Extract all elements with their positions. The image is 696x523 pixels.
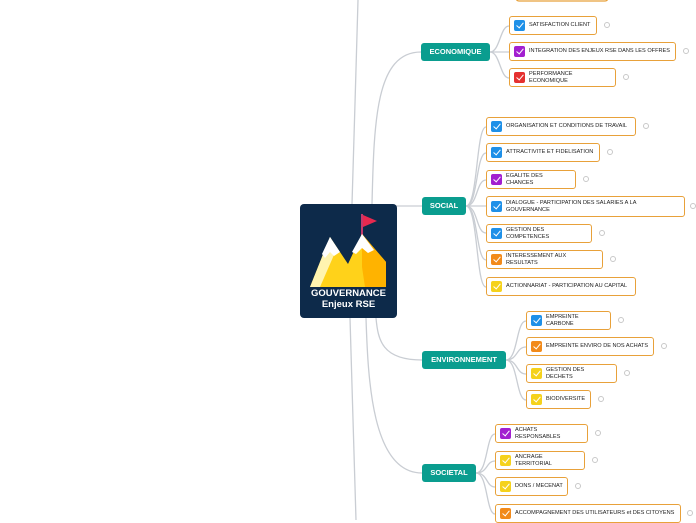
leaf-dons-mecenat[interactable]: DONS / MECENAT	[495, 477, 568, 496]
collapse-dot-icon[interactable]	[690, 203, 696, 209]
collapse-dot-icon[interactable]	[598, 396, 604, 402]
leaf-performance-economique[interactable]: PERFORMANCE ECONOMIQUE	[509, 68, 616, 87]
collapse-dot-icon[interactable]	[599, 230, 605, 236]
collapse-dot-icon[interactable]	[592, 457, 598, 463]
checkbox-icon[interactable]	[491, 201, 502, 212]
leaf-biodiversite[interactable]: BIODIVERSITE	[526, 390, 591, 409]
checkbox-icon[interactable]	[531, 394, 542, 405]
root-title: GOUVERNANCE Enjeux RSE	[300, 288, 397, 310]
collapse-dot-icon[interactable]	[643, 123, 649, 129]
leaf-attractivite-fidelisation[interactable]: ATTRACTIVITE ET FIDELISATION	[486, 143, 600, 162]
collapse-dot-icon[interactable]	[683, 48, 689, 54]
leaf-label: SATISFACTION CLIENT	[529, 22, 591, 29]
collapse-dot-icon[interactable]	[623, 74, 629, 80]
checkbox-icon[interactable]	[491, 174, 502, 185]
leaf-label: EMPREINTE ENVIRO DE NOS ACHATS	[546, 343, 649, 350]
collapse-dot-icon[interactable]	[624, 370, 630, 376]
checkbox-icon[interactable]	[491, 254, 502, 265]
checkbox-icon[interactable]	[531, 315, 542, 326]
checkbox-icon[interactable]	[531, 341, 542, 352]
leaf-achats-responsables[interactable]: ACHATS RESPONSABLES	[495, 424, 588, 443]
mountain-flag-icon	[310, 214, 386, 287]
leaf-label: ACTIONNARIAT - PARTICIPATION AU CAPITAL	[506, 283, 628, 290]
leaf-empreinte-carbone[interactable]: EMPREINTE CARBONE	[526, 311, 611, 330]
collapse-dot-icon[interactable]	[661, 343, 667, 349]
collapse-dot-icon[interactable]	[687, 510, 693, 516]
checkbox-icon[interactable]	[500, 428, 511, 439]
checkbox-icon[interactable]	[491, 121, 502, 132]
checkbox-icon[interactable]	[491, 147, 502, 158]
checkbox-icon[interactable]	[500, 455, 511, 466]
leaf-label: GESTION DES COMPETENCES	[506, 227, 550, 240]
leaf-label: EGALITE DES CHANCES	[506, 173, 543, 186]
leaf-gestion-dechets[interactable]: GESTION DES DECHETS	[526, 364, 617, 383]
leaf-label: EMPREINTE CARBONE	[546, 314, 579, 327]
checkbox-icon[interactable]	[500, 481, 511, 492]
checkbox-icon[interactable]	[514, 46, 525, 57]
leaf-empreinte-enviro-achats[interactable]: EMPREINTE ENVIRO DE NOS ACHATS	[526, 337, 654, 356]
leaf-label: DIALOGUE - PARTICIPATION DES SALARIES A …	[506, 200, 637, 213]
category-economique[interactable]: ECONOMIQUE	[421, 43, 490, 61]
leaf-actionnariat[interactable]: ACTIONNARIAT - PARTICIPATION AU CAPITAL	[486, 277, 636, 296]
leaf-label: INTERESSEMENT AUX RESULTATS	[506, 253, 567, 266]
checkbox-icon[interactable]	[514, 20, 525, 31]
root-title-line2: Enjeux RSE	[321, 299, 376, 310]
leaf-label: GESTION DES DECHETS	[546, 367, 585, 380]
checkbox-icon[interactable]	[514, 72, 525, 83]
collapse-dot-icon[interactable]	[618, 317, 624, 323]
category-environnement[interactable]: ENVIRONNEMENT	[422, 351, 506, 369]
leaf-label: DONS / MECENAT	[515, 483, 563, 490]
checkbox-icon[interactable]	[531, 368, 542, 379]
category-social[interactable]: SOCIAL	[422, 197, 466, 215]
root-node[interactable]: GOUVERNANCE Enjeux RSE	[300, 204, 397, 318]
leaf-label: ORGANISATION ET CONDITIONS DE TRAVAIL	[506, 123, 628, 130]
collapse-dot-icon[interactable]	[575, 483, 581, 489]
leaf-gestion-competences[interactable]: GESTION DES COMPETENCES	[486, 224, 592, 243]
checkbox-icon[interactable]	[491, 281, 502, 292]
leaf-accompagnement-utilisateurs[interactable]: ACCOMPAGNEMENT DES UTILISATEURS et DES C…	[495, 504, 681, 523]
leaf-ancrage-territorial[interactable]: ANCRAGE TERRITORIAL	[495, 451, 585, 470]
leaf-label: INTEGRATION DES ENJEUX RSE DANS LES OFFR…	[529, 48, 671, 55]
collapse-dot-icon[interactable]	[604, 22, 610, 28]
category-societal[interactable]: SOCIETAL	[422, 464, 476, 482]
collapse-dot-icon[interactable]	[595, 430, 601, 436]
leaf-integration-enjeux-rse[interactable]: INTEGRATION DES ENJEUX RSE DANS LES OFFR…	[509, 42, 676, 61]
leaf-interessement-resultats[interactable]: INTERESSEMENT AUX RESULTATS	[486, 250, 603, 269]
collapse-dot-icon[interactable]	[607, 149, 613, 155]
leaf-label: ANCRAGE TERRITORIAL	[515, 454, 552, 467]
checkbox-icon[interactable]	[500, 508, 511, 519]
leaf-label: BIODIVERSITE	[546, 396, 586, 403]
leaf-label: ACCOMPAGNEMENT DES UTILISATEURS et DES C…	[515, 510, 675, 517]
collapse-dot-icon[interactable]	[610, 256, 616, 262]
leaf-dialogue-participation[interactable]: DIALOGUE - PARTICIPATION DES SALARIES A …	[486, 196, 685, 217]
leaf-label: PERFORMANCE ECONOMIQUE	[529, 71, 573, 84]
leaf-egalite-des-chances[interactable]: EGALITE DES CHANCES	[486, 170, 576, 189]
leaf-organisation-conditions-travail[interactable]: ORGANISATION ET CONDITIONS DE TRAVAIL	[486, 117, 636, 136]
leaf-label: ACHATS RESPONSABLES	[515, 427, 561, 440]
checkbox-icon[interactable]	[491, 228, 502, 239]
collapse-dot-icon[interactable]	[583, 176, 589, 182]
root-title-line1: GOUVERNANCE	[311, 288, 386, 299]
leaf-label: ATTRACTIVITE ET FIDELISATION	[506, 149, 594, 156]
leaf-satisfaction-client[interactable]: SATISFACTION CLIENT	[509, 16, 597, 35]
